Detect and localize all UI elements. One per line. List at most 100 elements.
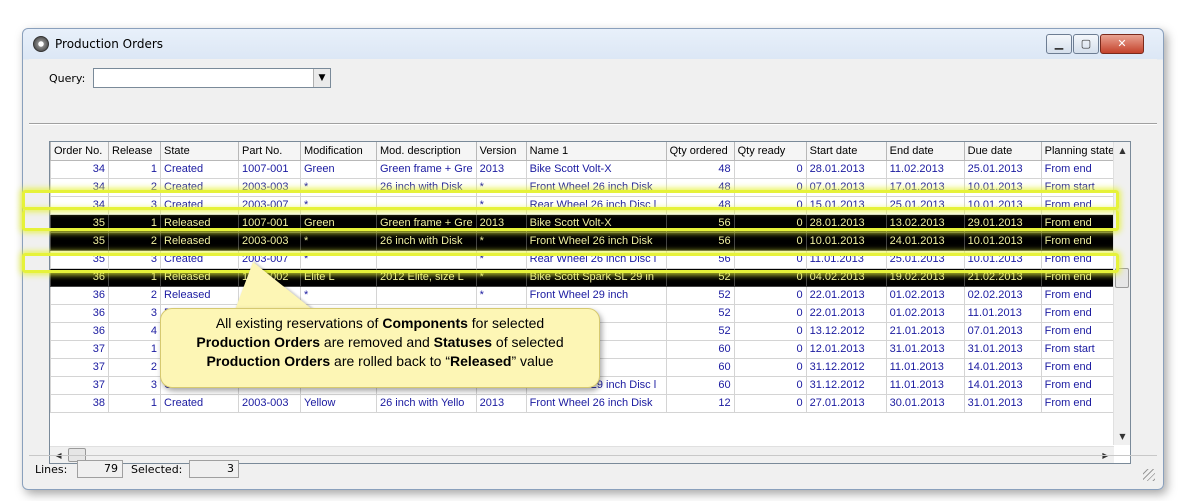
table-cell[interactable]: 1007-001 [238,213,301,233]
table-cell[interactable]: 37 [50,375,109,395]
table-cell[interactable]: 14.01.2013 [963,375,1042,395]
table-cell[interactable]: 52 [665,303,735,323]
resize-grip-icon[interactable] [1143,469,1155,481]
table-cell[interactable]: 52 [665,321,735,341]
table-row[interactable]: 38 1 Created 2003-003 Yellow 26 inch with Yel… [50,393,1119,413]
table-cell[interactable]: 0 [733,321,807,341]
table-cell[interactable]: Green [300,213,377,233]
table-cell[interactable]: 24.01.2013 [885,231,965,251]
table-cell[interactable]: 48 [665,195,735,215]
table-cell[interactable]: 26 inch with Yello [376,393,477,413]
column-header[interactable]: Planning state [1040,142,1119,161]
table-cell[interactable]: 12.01.2013 [805,339,887,359]
table-cell[interactable]: 2013 [475,213,527,233]
table-cell[interactable]: 1007-001 [238,159,301,179]
table-cell[interactable]: 4 [108,321,161,341]
column-header[interactable]: Qty ordered [665,142,735,161]
column-header[interactable]: Due date [963,142,1042,161]
table-cell[interactable]: Rear Wheel 26 inch Disc l [525,249,667,269]
table-cell[interactable]: * [475,285,527,305]
table-cell[interactable]: 2003-003 [238,177,301,197]
table-cell[interactable]: 11.01.2013 [885,357,965,377]
table-row[interactable]: 35 1 Released 1007-001 Green Green frame + Gr… [50,213,1119,233]
scroll-up-icon[interactable]: ▲ [1114,142,1130,159]
table-cell[interactable]: 25.01.2013 [963,159,1042,179]
table-cell[interactable]: 11.01.2013 [885,375,965,395]
column-header[interactable]: State [160,142,239,161]
table-cell[interactable]: 04.02.2013 [805,267,887,287]
table-cell[interactable]: 02.02.2013 [963,285,1042,305]
table-cell[interactable]: 36 [50,267,109,287]
table-cell[interactable]: 31.12.2012 [805,357,887,377]
table-cell[interactable]: Yellow [300,393,377,413]
table-cell[interactable]: 22.01.2013 [805,285,887,305]
table-cell[interactable]: * [300,231,377,251]
table-cell[interactable]: 52 [665,267,735,287]
table-cell[interactable]: 35 [50,231,109,251]
table-cell[interactable]: 56 [665,249,735,269]
table-cell[interactable]: From start [1040,339,1119,359]
table-row[interactable]: 36 2 Released * * Front Wheel 29 inch 52 0 22.01… [50,285,1119,305]
table-cell[interactable]: 2013 [475,393,527,413]
table-cell[interactable]: 1 [108,267,161,287]
table-cell[interactable]: From end [1040,213,1119,233]
table-cell[interactable]: 07.01.2013 [963,321,1042,341]
table-cell[interactable]: Bike Scott Spark SL 29 in [525,267,667,287]
table-cell[interactable]: 34 [50,159,109,179]
table-cell[interactable]: 3 [108,249,161,269]
table-cell[interactable]: 28.01.2013 [805,213,887,233]
vertical-scrollbar[interactable]: ▲ ▼ [1113,142,1130,445]
table-cell[interactable]: 3 [108,195,161,215]
table-cell[interactable]: 31.01.2013 [963,339,1042,359]
table-cell[interactable]: 13.12.2012 [805,321,887,341]
table-cell[interactable]: 35 [50,213,109,233]
table-row[interactable]: 34 2 Created 2003-003 * 26 inch with Disk * Fro… [50,177,1119,197]
table-cell[interactable]: 3 [108,375,161,395]
table-row[interactable]: 34 3 Created 2003-007 * * Rear Wheel 26 inch D… [50,195,1119,215]
table-cell[interactable]: 11.01.2013 [963,303,1042,323]
table-cell[interactable]: 60 [665,339,735,359]
table-cell[interactable]: 37 [50,357,109,377]
table-cell[interactable]: 60 [665,375,735,395]
table-cell[interactable]: 56 [665,213,735,233]
table-cell[interactable]: 15.01.2013 [805,195,887,215]
column-header[interactable]: Mod. description [376,142,477,161]
maximize-button[interactable]: ▢ [1073,34,1099,54]
table-cell[interactable]: Created [160,159,239,179]
table-cell[interactable] [376,249,477,269]
table-cell[interactable]: 11.01.2013 [805,249,887,269]
table-cell[interactable]: 0 [733,231,807,251]
table-cell[interactable]: 25.01.2013 [885,249,965,269]
table-cell[interactable]: 0 [733,303,807,323]
table-cell[interactable]: 34 [50,177,109,197]
minimize-button[interactable]: ▁ [1046,34,1072,54]
table-cell[interactable]: Bike Scott Volt-X [525,213,667,233]
table-cell[interactable] [376,285,477,305]
table-cell[interactable]: 60 [665,357,735,377]
table-cell[interactable]: 27.01.2013 [805,393,887,413]
table-cell[interactable]: 0 [733,159,807,179]
table-cell[interactable]: Created [160,177,239,197]
table-cell[interactable]: 31.01.2013 [963,393,1042,413]
table-cell[interactable]: 30.01.2013 [885,393,965,413]
table-cell[interactable]: 52 [665,285,735,305]
table-cell[interactable]: 0 [733,285,807,305]
table-cell[interactable]: From end [1040,285,1119,305]
table-cell[interactable]: From end [1040,357,1119,377]
table-cell[interactable]: Front Wheel 29 inch [525,285,667,305]
table-cell[interactable]: 12 [665,393,735,413]
table-cell[interactable]: Green frame + Gre [376,213,477,233]
table-cell[interactable]: 01.02.2013 [885,285,965,305]
table-cell[interactable]: Bike Scott Volt-X [525,159,667,179]
table-cell[interactable]: From end [1040,303,1119,323]
table-cell[interactable]: * [300,195,377,215]
table-cell[interactable]: Front Wheel 26 inch Disk [525,231,667,251]
table-cell[interactable]: 2 [108,177,161,197]
table-cell[interactable]: From end [1040,249,1119,269]
table-cell[interactable]: 10.01.2013 [805,231,887,251]
column-header[interactable]: Qty ready [733,142,807,161]
table-cell[interactable]: From end [1040,267,1119,287]
table-cell[interactable]: 0 [733,195,807,215]
table-cell[interactable]: Released [160,285,239,305]
table-cell[interactable]: 37 [50,339,109,359]
